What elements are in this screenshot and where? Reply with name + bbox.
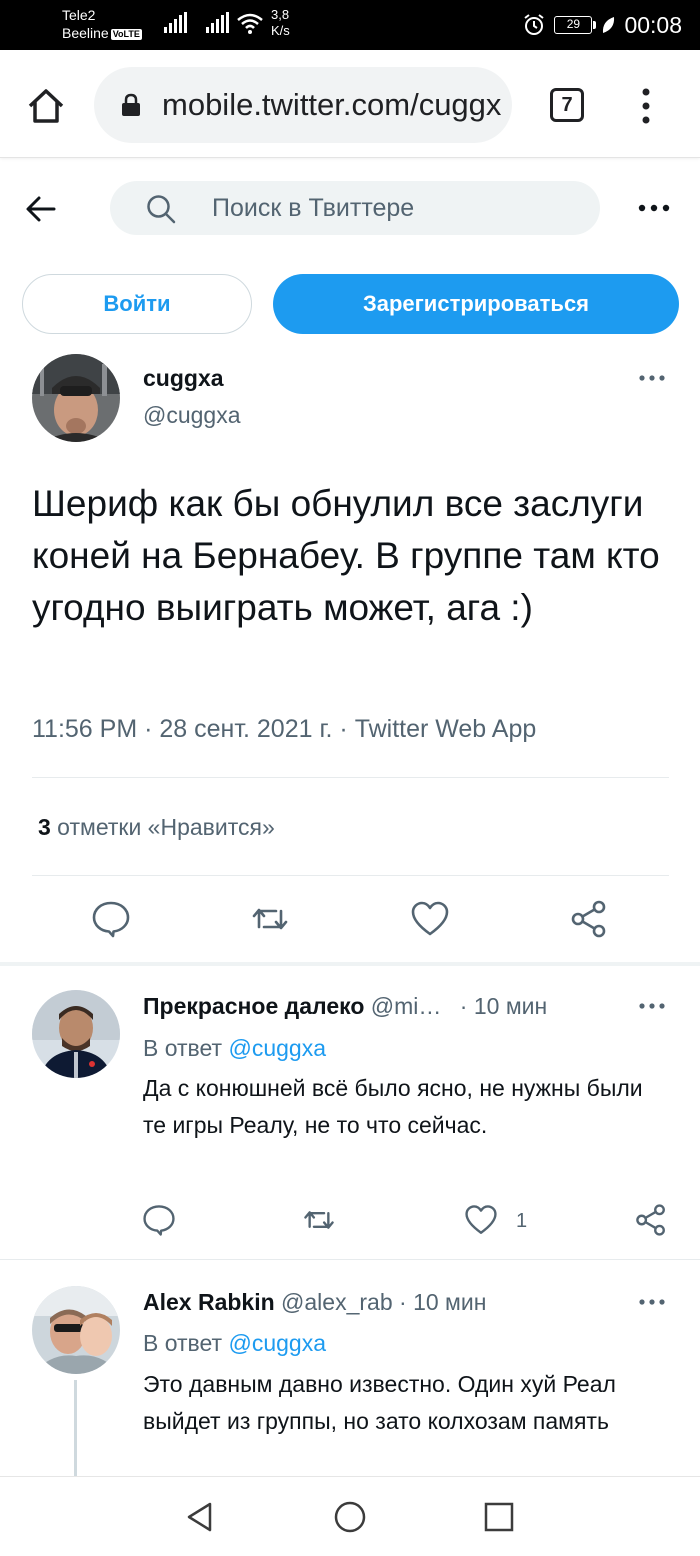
system-nav-bar bbox=[0, 1476, 700, 1556]
lock-icon bbox=[122, 93, 140, 116]
reply-time[interactable]: · 10 мин bbox=[399, 1289, 486, 1315]
more-horizontal-icon[interactable] bbox=[637, 370, 667, 386]
author-name[interactable]: cuggxa bbox=[143, 364, 224, 392]
net-speed: 3,8 K/s bbox=[271, 7, 290, 38]
tweet-actions bbox=[0, 893, 700, 949]
reply-text: Да с конюшней всё было ясно, не нужны бы… bbox=[143, 1075, 643, 1138]
signal-icon bbox=[164, 12, 187, 33]
search-box[interactable] bbox=[110, 181, 600, 235]
auth-buttons: Войти Зарегистрироваться bbox=[0, 274, 700, 336]
reply-separator bbox=[0, 1259, 700, 1260]
speech-bubble-icon[interactable] bbox=[91, 899, 131, 939]
home-circle-icon[interactable] bbox=[332, 1499, 368, 1535]
reply-mention[interactable]: @cuggxa bbox=[228, 1330, 326, 1356]
avatar[interactable] bbox=[32, 1286, 120, 1374]
reply-author-name[interactable]: Alex Rabkin bbox=[143, 1289, 275, 1315]
divider bbox=[32, 777, 669, 778]
share-icon[interactable] bbox=[634, 1203, 668, 1237]
reply-author-handle[interactable]: @mi… bbox=[371, 993, 442, 1019]
reply-mention[interactable]: @cuggxa bbox=[228, 1035, 326, 1061]
leaf-icon bbox=[603, 17, 615, 33]
signal-icon bbox=[206, 12, 229, 33]
browser-menu-icon[interactable] bbox=[636, 86, 656, 126]
alarm-icon bbox=[524, 14, 545, 35]
clock: 00:08 bbox=[624, 12, 682, 38]
tweet-text: Шериф как бы обнулил все заслуги коней н… bbox=[32, 483, 660, 628]
wifi-icon bbox=[237, 13, 263, 34]
avatar-image bbox=[32, 354, 120, 442]
status-bar: Tele2 Beeline VoLTE 3,8 K/s 29 00:08 bbox=[0, 0, 700, 50]
carrier-2: Beeline bbox=[62, 25, 109, 41]
volte-badge: VoLTE bbox=[110, 29, 142, 40]
carrier-1: Tele2 bbox=[62, 7, 96, 23]
home-icon[interactable] bbox=[24, 84, 68, 128]
avatar[interactable] bbox=[32, 354, 120, 442]
reply-to-line: В ответ @cuggxa bbox=[143, 1035, 326, 1061]
reply-header: Прекрасное далеко @mi… · 10 мин bbox=[143, 992, 547, 1020]
carrier-info: Tele2 Beeline VoLTE bbox=[62, 6, 142, 42]
tab-switcher-button[interactable]: 7 bbox=[550, 88, 584, 122]
login-button[interactable]: Войти bbox=[22, 274, 252, 334]
twitter-header bbox=[0, 160, 700, 256]
arrow-left-icon[interactable] bbox=[24, 192, 58, 226]
heart-icon[interactable] bbox=[464, 1203, 498, 1237]
reply-text: Это давным давно известно. Один хуй Реал… bbox=[143, 1371, 616, 1434]
search-input[interactable] bbox=[212, 181, 572, 235]
reply-time[interactable]: · 10 мин bbox=[460, 993, 547, 1019]
likes-count: 3 bbox=[38, 814, 51, 840]
status-right: 29 00:08 bbox=[522, 9, 682, 41]
author-handle[interactable]: @cuggxa bbox=[143, 401, 241, 429]
reply-to-line: В ответ @cuggxa bbox=[143, 1330, 326, 1356]
avatar-image bbox=[32, 1286, 120, 1374]
search-icon bbox=[147, 195, 176, 224]
avatar-image bbox=[32, 990, 120, 1078]
speech-bubble-icon[interactable] bbox=[142, 1203, 176, 1237]
more-horizontal-icon[interactable] bbox=[636, 198, 672, 218]
reply-header: Alex Rabkin @alex_rab · 10 мин bbox=[143, 1288, 486, 1316]
section-divider bbox=[0, 962, 700, 966]
like-count: 1 bbox=[516, 1210, 528, 1232]
likes-summary[interactable]: 3 отметки «Нравится» bbox=[38, 812, 275, 842]
divider bbox=[32, 875, 669, 876]
url-text[interactable]: mobile.twitter.com/cuggxa/status bbox=[162, 85, 502, 125]
heart-icon[interactable] bbox=[410, 899, 450, 939]
avatar[interactable] bbox=[32, 990, 120, 1078]
recents-square-icon[interactable] bbox=[481, 1499, 517, 1535]
back-triangle-icon[interactable] bbox=[182, 1499, 218, 1535]
battery-indicator: 29 bbox=[554, 16, 597, 34]
thread-connector bbox=[74, 1380, 77, 1476]
share-icon[interactable] bbox=[569, 899, 609, 939]
address-bar[interactable]: mobile.twitter.com/cuggxa/status bbox=[94, 67, 512, 143]
retweet-icon[interactable] bbox=[250, 899, 290, 939]
more-horizontal-icon[interactable] bbox=[637, 1294, 667, 1310]
signup-button[interactable]: Зарегистрироваться bbox=[273, 274, 679, 334]
tweet-meta[interactable]: 11:56 PM · 28 сент. 2021 г. · Twitter We… bbox=[32, 712, 536, 746]
browser-toolbar: mobile.twitter.com/cuggxa/status 7 bbox=[0, 50, 700, 158]
retweet-icon[interactable] bbox=[302, 1203, 336, 1237]
reply-author-handle[interactable]: @alex_rab bbox=[281, 1289, 393, 1315]
likes-label: отметки «Нравится» bbox=[50, 814, 275, 840]
reply-author-name[interactable]: Прекрасное далеко bbox=[143, 993, 364, 1019]
more-horizontal-icon[interactable] bbox=[637, 998, 667, 1014]
